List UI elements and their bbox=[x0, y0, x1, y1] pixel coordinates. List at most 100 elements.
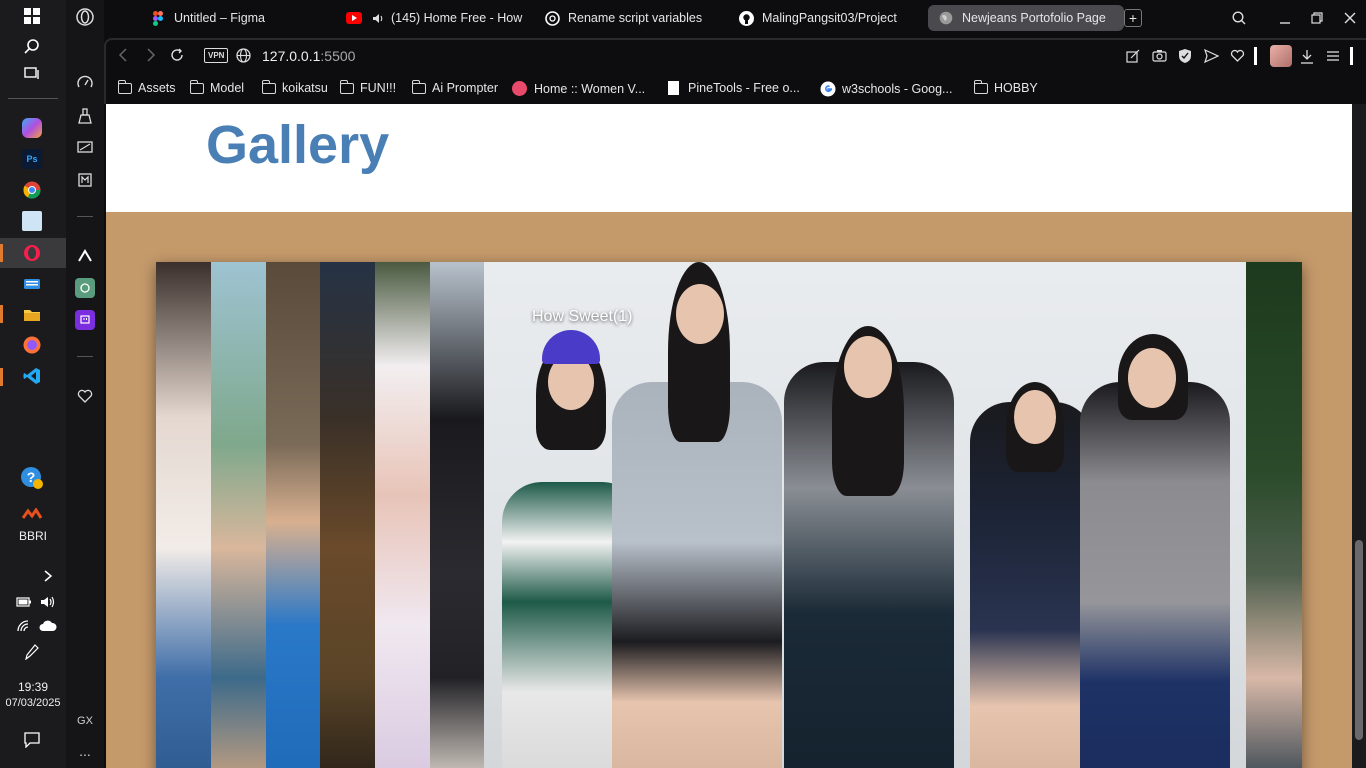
task-view-icon[interactable] bbox=[22, 64, 42, 84]
member-face bbox=[844, 336, 892, 398]
easy-setup-menu-icon[interactable] bbox=[1326, 49, 1340, 68]
back-icon[interactable] bbox=[118, 48, 128, 67]
wifi-icon[interactable] bbox=[14, 616, 34, 636]
reload-icon[interactable] bbox=[170, 48, 184, 67]
gx-label[interactable]: GX bbox=[75, 711, 95, 731]
chatgpt-icon bbox=[544, 10, 560, 26]
site-icon bbox=[512, 81, 527, 96]
scrollbar-thumb[interactable] bbox=[1355, 540, 1363, 740]
firefox-icon[interactable] bbox=[22, 335, 42, 355]
sidebar-divider bbox=[77, 216, 93, 217]
tab-title: (145) Home Free - How bbox=[391, 11, 523, 25]
vpn-badge[interactable]: VPN bbox=[204, 48, 229, 63]
toolbar-separator bbox=[1350, 47, 1353, 65]
tab-figma[interactable]: Untitled – Figma bbox=[150, 5, 326, 31]
photoshop-icon[interactable]: Ps bbox=[22, 149, 42, 169]
github-icon bbox=[738, 10, 754, 26]
volume-icon[interactable] bbox=[38, 592, 58, 612]
tab-youtube[interactable]: (145) Home Free - How bbox=[346, 5, 524, 31]
bookmark-fun[interactable]: FUN!!! bbox=[339, 79, 396, 95]
opera-menu-icon[interactable] bbox=[75, 7, 95, 27]
profile-avatar[interactable] bbox=[1270, 45, 1292, 67]
tab-chatgpt[interactable]: Rename script variables bbox=[544, 5, 720, 31]
opera-gx-icon[interactable] bbox=[22, 243, 42, 263]
bookmark-assets[interactable]: Assets bbox=[117, 79, 176, 95]
heart-icon[interactable] bbox=[75, 386, 95, 406]
chevron-right-icon[interactable] bbox=[38, 566, 58, 586]
notification-icon[interactable] bbox=[22, 730, 42, 750]
speaker-icon[interactable] bbox=[370, 10, 386, 26]
tab-search-icon[interactable] bbox=[1228, 5, 1250, 31]
file-icon bbox=[668, 81, 679, 95]
copilot-icon[interactable] bbox=[22, 118, 42, 138]
figma-icon bbox=[150, 10, 166, 26]
page-title: Gallery bbox=[206, 115, 390, 175]
bookmark-home-women[interactable]: Home :: Women V... bbox=[512, 81, 645, 96]
cleaner-icon[interactable] bbox=[75, 106, 95, 126]
pen-icon[interactable] bbox=[22, 642, 42, 662]
minimize-icon[interactable] bbox=[1274, 5, 1296, 31]
vscode-icon[interactable] bbox=[22, 366, 42, 386]
file-explorer-icon[interactable] bbox=[22, 304, 42, 324]
gallery-strip-photo[interactable] bbox=[375, 262, 430, 768]
gallery-strip-photo[interactable] bbox=[430, 262, 484, 768]
speed-limiter-icon[interactable] bbox=[75, 73, 95, 93]
new-tab-button[interactable]: + bbox=[1124, 9, 1142, 27]
tab-github[interactable]: MalingPangsit03/Project bbox=[738, 5, 918, 31]
restore-icon[interactable] bbox=[1306, 5, 1328, 31]
bookmark-hobby[interactable]: HOBBY bbox=[973, 79, 1038, 95]
gallery-accordion: How Sweet(1) bbox=[156, 262, 1302, 768]
bookmark-model[interactable]: Model bbox=[189, 79, 244, 95]
gx-control-icon[interactable] bbox=[75, 138, 95, 158]
bbri-label: BBRI bbox=[18, 529, 47, 543]
bookmark-ai-prompter[interactable]: Ai Prompter bbox=[411, 79, 498, 95]
bbri-app-icon[interactable] bbox=[22, 505, 42, 525]
bookmark-koikatsu[interactable]: koikatsu bbox=[261, 79, 328, 95]
gallery-strip-photo[interactable] bbox=[266, 262, 320, 768]
bookmark-pinetools[interactable]: PineTools - Free o... bbox=[668, 81, 800, 95]
folder-icon bbox=[189, 79, 204, 94]
youtube-icon bbox=[346, 10, 362, 26]
search-icon[interactable] bbox=[22, 36, 42, 56]
site-info-globe-icon[interactable] bbox=[236, 48, 251, 68]
address-bar: VPN 127.0.0.1:5500 bbox=[104, 38, 1366, 74]
onedrive-cloud-icon[interactable] bbox=[38, 616, 58, 636]
mods-icon[interactable] bbox=[75, 170, 95, 190]
battery-icon[interactable] bbox=[14, 592, 34, 612]
gallery-strip-photo[interactable] bbox=[320, 262, 375, 768]
download-icon[interactable] bbox=[1300, 49, 1314, 69]
url-field[interactable]: 127.0.0.1:5500 bbox=[262, 48, 355, 64]
tab-title: Untitled – Figma bbox=[174, 11, 266, 25]
forward-icon[interactable] bbox=[146, 48, 156, 67]
twitch-icon[interactable] bbox=[75, 310, 95, 330]
camera-icon[interactable] bbox=[1152, 49, 1167, 67]
tab-newjeans[interactable]: Newjeans Portofolio Page bbox=[928, 5, 1124, 31]
notepad-icon[interactable] bbox=[22, 211, 42, 231]
chrome-icon[interactable] bbox=[22, 180, 42, 200]
keyboard-icon[interactable] bbox=[22, 274, 42, 294]
clock-time[interactable]: 19:39 bbox=[0, 680, 66, 694]
heart-bookmark-icon[interactable] bbox=[1230, 49, 1245, 67]
more-options-icon[interactable]: ... bbox=[75, 741, 95, 761]
photo-caption: How Sweet(1) bbox=[532, 308, 633, 325]
tab-bar: Untitled – Figma (145) Home Free - How R… bbox=[104, 0, 1366, 36]
chatgpt-icon[interactable] bbox=[75, 278, 95, 298]
easy-setup-icon[interactable] bbox=[1126, 49, 1140, 68]
gallery-strip-photo[interactable] bbox=[156, 262, 211, 768]
clock-date[interactable]: 07/03/2025 bbox=[0, 697, 66, 709]
page-scrollbar[interactable] bbox=[1352, 104, 1366, 768]
windows-taskbar: Ps ? BBRI 19:39 07/03/2025 bbox=[0, 0, 66, 768]
aria-ai-icon[interactable] bbox=[75, 246, 95, 266]
gallery-main-photo[interactable]: How Sweet(1) bbox=[484, 262, 1246, 768]
close-icon[interactable] bbox=[1339, 5, 1361, 31]
windows-start-icon[interactable] bbox=[22, 6, 42, 26]
send-icon[interactable] bbox=[1203, 48, 1220, 68]
shield-icon[interactable] bbox=[1178, 48, 1192, 69]
tab-title: Newjeans Portofolio Page bbox=[962, 11, 1106, 25]
get-help-icon[interactable]: ? bbox=[20, 466, 44, 490]
bookmark-w3schools[interactable]: w3schools - Goog... bbox=[820, 81, 952, 97]
taskbar-divider bbox=[8, 98, 58, 99]
url-host: 127.0.0.1 bbox=[262, 48, 321, 64]
gallery-strip-photo[interactable] bbox=[1246, 262, 1302, 768]
gallery-strip-photo[interactable] bbox=[211, 262, 266, 768]
